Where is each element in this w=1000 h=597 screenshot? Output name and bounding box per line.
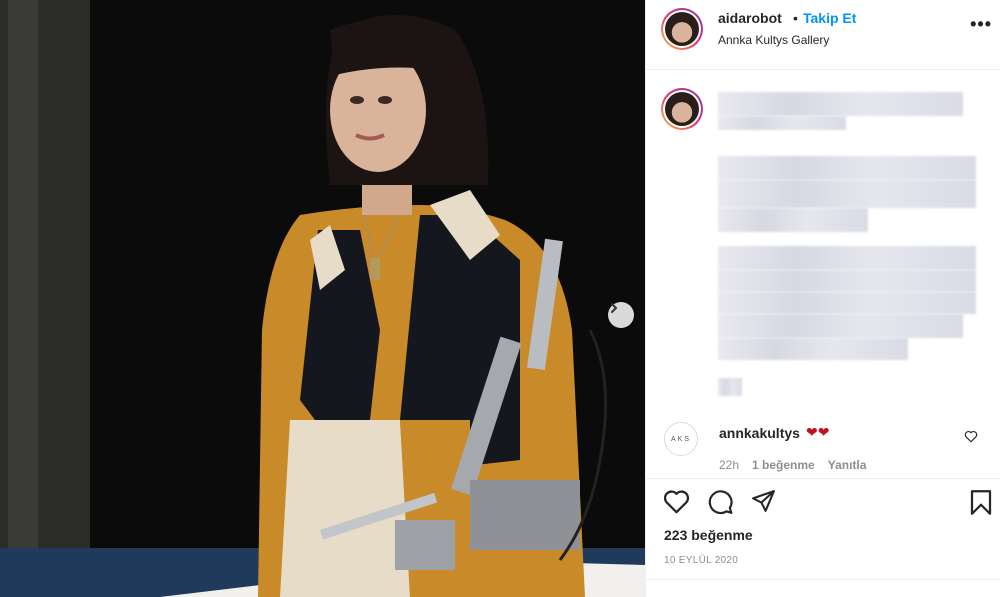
chevron-right-icon bbox=[611, 303, 618, 313]
comment-icon[interactable] bbox=[707, 489, 734, 515]
paper-plane-icon[interactable] bbox=[750, 489, 777, 514]
comment-text: ❤❤ bbox=[806, 424, 830, 440]
comment-meta: 22h 1 beğenme Yanıtla bbox=[719, 458, 866, 472]
location-link[interactable]: Annka Kultys Gallery bbox=[718, 33, 829, 47]
post-date: 10 EYLÜL 2020 bbox=[664, 555, 739, 566]
likes-count[interactable]: 223 beğenme bbox=[664, 527, 753, 543]
commenter-avatar[interactable]: AKS bbox=[664, 422, 698, 456]
username-link[interactable]: aidarobot bbox=[718, 10, 782, 26]
avatar[interactable] bbox=[661, 8, 703, 50]
separator-dot: • bbox=[793, 10, 798, 26]
post-actions: 223 beğenme 10 EYLÜL 2020 bbox=[646, 478, 1000, 597]
comment-username[interactable]: annkakultys bbox=[719, 425, 800, 441]
comment-heart-icon[interactable] bbox=[964, 430, 978, 443]
post-panel: aidarobot • Takip Et Annka Kultys Galler… bbox=[645, 0, 1000, 597]
robot-photo bbox=[0, 0, 645, 597]
comment-input-bar[interactable] bbox=[646, 579, 1000, 597]
post-header: aidarobot • Takip Et Annka Kultys Galler… bbox=[646, 0, 1000, 70]
follow-button[interactable]: Takip Et bbox=[803, 10, 856, 26]
comment-time: 22h bbox=[719, 458, 740, 472]
more-options-button[interactable]: ••• bbox=[970, 14, 992, 35]
reply-button[interactable]: Yanıtla bbox=[828, 458, 867, 472]
comment-likes[interactable]: 1 beğenme bbox=[752, 458, 815, 472]
next-slide-button[interactable] bbox=[608, 302, 634, 328]
caption-avatar[interactable] bbox=[661, 88, 703, 130]
bookmark-icon[interactable] bbox=[969, 489, 993, 516]
post-media[interactable] bbox=[0, 0, 645, 597]
heart-icon[interactable] bbox=[663, 489, 690, 514]
